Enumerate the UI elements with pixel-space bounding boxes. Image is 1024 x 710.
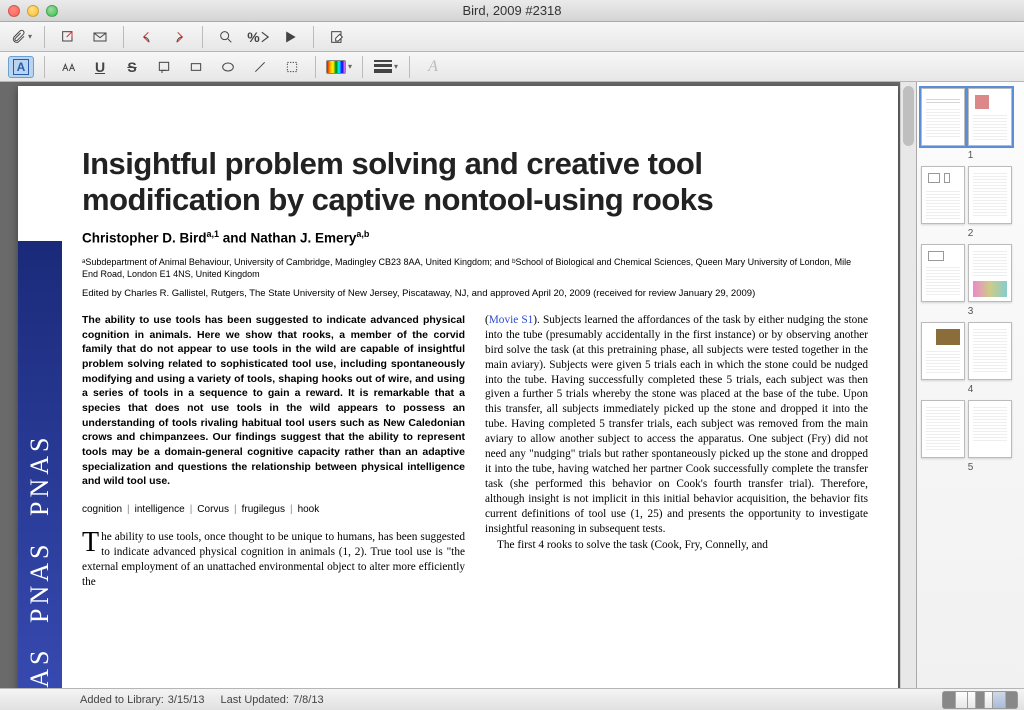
minimize-window-button[interactable] <box>27 5 39 17</box>
oval-tool[interactable] <box>215 56 241 78</box>
layout-switcher <box>943 691 1018 709</box>
paper-authors: Christopher D. Birda,1 and Nathan J. Eme… <box>82 229 868 246</box>
traffic-lights <box>8 5 58 17</box>
line-weight-picker[interactable] <box>373 56 399 78</box>
layout-left-button[interactable] <box>942 691 968 709</box>
main-area: PNASPNASPNAS Insightful problem solving … <box>0 82 1024 688</box>
thumb-page-4-left[interactable] <box>921 322 965 380</box>
body-para-right-2: The first 4 rooks to solve the task (Coo… <box>485 538 868 553</box>
zoom-window-button[interactable] <box>46 5 58 17</box>
mail-button[interactable] <box>87 26 113 48</box>
updated-value: 7/8/13 <box>293 694 324 706</box>
body-para-right: (Movie S1). Subjects learned the afforda… <box>485 313 868 537</box>
line-tool[interactable] <box>247 56 273 78</box>
updated-label: Last Updated: <box>220 694 289 706</box>
right-column: (Movie S1). Subjects learned the afforda… <box>485 313 868 590</box>
paper-affiliations: ᵃSubdepartment of Animal Behaviour, Univ… <box>82 256 868 280</box>
thumb-page-1-left[interactable] <box>921 88 965 146</box>
percent-button[interactable]: % <box>245 26 271 48</box>
thumb-label-1: 1 <box>968 150 974 161</box>
window-title: Bird, 2009 #2318 <box>0 3 1024 18</box>
highlighter-tool[interactable] <box>55 56 81 78</box>
thumb-page-5-left[interactable] <box>921 400 965 458</box>
play-button[interactable] <box>277 26 303 48</box>
strikethrough-tool[interactable]: S <box>119 56 145 78</box>
thumb-page-2-left[interactable] <box>921 166 965 224</box>
annotation-toolbar: A U S A <box>0 52 1024 82</box>
window-titlebar: Bird, 2009 #2318 <box>0 0 1024 22</box>
vertical-scrollbar[interactable] <box>900 82 916 688</box>
thumb-page-3-right[interactable] <box>968 244 1012 302</box>
forward-button[interactable] <box>166 26 192 48</box>
thumb-label-2: 2 <box>968 228 974 239</box>
thumb-label-5: 5 <box>968 462 974 473</box>
sticky-note-tool[interactable] <box>151 56 177 78</box>
back-button[interactable] <box>134 26 160 48</box>
font-picker[interactable]: A <box>420 56 446 78</box>
main-toolbar: % <box>0 22 1024 52</box>
document-viewport[interactable]: PNASPNASPNAS Insightful problem solving … <box>0 82 916 688</box>
thumb-page-1-right[interactable] <box>968 88 1012 146</box>
status-bar: Added to Library: 3/15/13 Last Updated: … <box>0 688 1024 710</box>
added-value: 3/15/13 <box>168 694 205 706</box>
color-picker[interactable] <box>326 56 352 78</box>
search-button[interactable] <box>213 26 239 48</box>
thumb-label-3: 3 <box>968 306 974 317</box>
thumbnail-panel[interactable]: 1 2 <box>916 82 1024 688</box>
paper-title: Insightful problem solving and creative … <box>82 146 868 217</box>
body-para-left: The ability to use tools, once thought t… <box>82 530 465 590</box>
layout-right-button[interactable] <box>992 691 1018 709</box>
pdf-page: PNASPNASPNAS Insightful problem solving … <box>18 86 898 688</box>
journal-band: PNASPNASPNAS <box>18 241 62 688</box>
paper-keywords: cognition|intelligence|Corvus|frugilegus… <box>82 503 465 516</box>
thumb-label-4: 4 <box>968 384 974 395</box>
underline-tool[interactable]: U <box>87 56 113 78</box>
thumb-page-5-right[interactable] <box>968 400 1012 458</box>
close-window-button[interactable] <box>8 5 20 17</box>
thumb-page-4-right[interactable] <box>968 322 1012 380</box>
paper-abstract: The ability to use tools has been sugges… <box>82 313 465 489</box>
movie-link[interactable]: Movie S1 <box>489 314 534 326</box>
left-column: The ability to use tools has been sugges… <box>82 313 465 590</box>
thumb-page-3-left[interactable] <box>921 244 965 302</box>
textbox-tool[interactable]: A <box>8 56 34 78</box>
layout-center-button[interactable] <box>967 691 993 709</box>
added-label: Added to Library: <box>80 694 164 706</box>
thumb-page-2-right[interactable] <box>968 166 1012 224</box>
paper-edited-line: Edited by Charles R. Gallistel, Rutgers,… <box>82 288 868 301</box>
open-external-button[interactable] <box>55 26 81 48</box>
selection-tool[interactable] <box>279 56 305 78</box>
edit-note-button[interactable] <box>324 26 350 48</box>
attachment-button[interactable] <box>8 26 34 48</box>
rectangle-tool[interactable] <box>183 56 209 78</box>
